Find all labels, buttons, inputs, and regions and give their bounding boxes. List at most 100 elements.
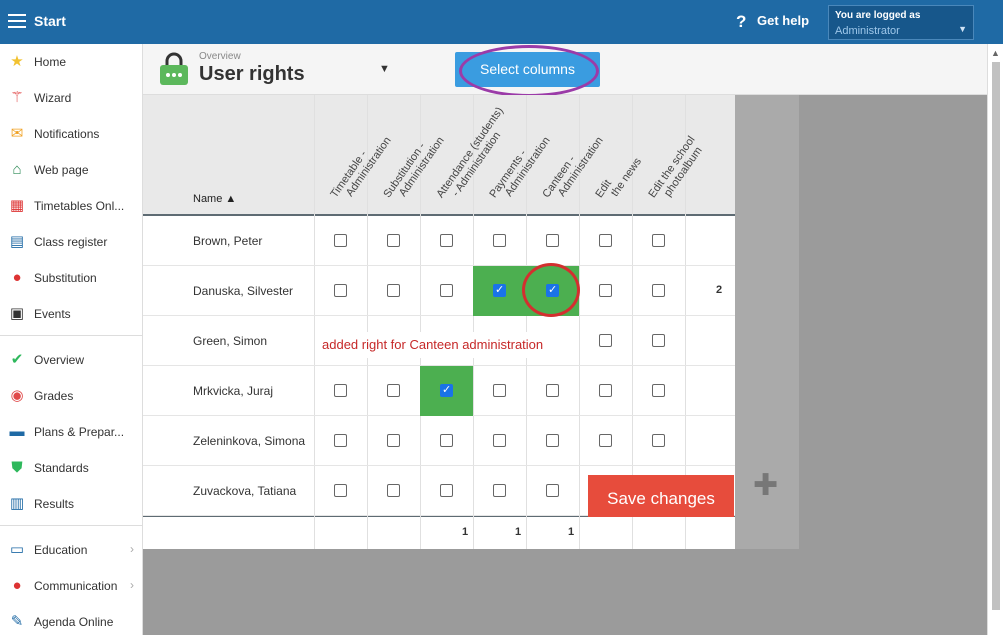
permission-checkbox[interactable] <box>599 384 612 397</box>
permission-checkbox[interactable] <box>493 283 506 297</box>
sidebar-item-timetables[interactable]: ▦ Timetables Onl... <box>0 188 142 224</box>
permission-checkbox[interactable] <box>440 383 453 397</box>
sidebar: ★ Home ⚚ Wizard ✉ Notifications ⌂ Web pa… <box>0 44 143 635</box>
permission-checkbox[interactable] <box>546 434 559 447</box>
column-total: 1 <box>515 526 522 538</box>
permission-checkbox[interactable] <box>440 234 453 247</box>
star-icon: ★ <box>10 53 24 70</box>
permission-checkbox[interactable] <box>599 284 612 297</box>
user-name: Zeleninkova, Simona <box>193 434 306 448</box>
scroll-thumb[interactable] <box>992 62 1000 610</box>
sidebar-item-grades[interactable]: ◉ Grades <box>0 378 142 414</box>
permission-checkbox[interactable] <box>493 384 506 397</box>
top-bar: Start ? Get help You are logged as Admin… <box>0 0 1003 44</box>
bar-chart-icon: ▥ <box>9 495 25 512</box>
sidebar-item-plans[interactable]: ▬ Plans & Prepar... <box>0 414 142 450</box>
sidebar-item-overview[interactable]: ✔ Overview <box>0 342 142 378</box>
sidebar-divider <box>0 525 142 526</box>
help-icon[interactable]: ? <box>736 12 746 32</box>
user-name: Danuska, Silvester <box>193 284 294 298</box>
sidebar-item-label: Results <box>34 497 75 511</box>
user-name: Green, Simon <box>193 334 268 348</box>
sidebar-item-label: Notifications <box>34 127 100 141</box>
scrollbar[interactable]: ▲ <box>987 44 1003 635</box>
permission-checkbox[interactable] <box>440 484 453 497</box>
house-icon: ⌂ <box>12 161 22 178</box>
permission-checkbox[interactable] <box>493 434 506 447</box>
chat-icon: ● <box>12 577 22 594</box>
scroll-up-icon[interactable]: ▲ <box>991 48 1000 58</box>
permission-checkbox[interactable] <box>652 284 665 297</box>
permission-checkbox[interactable] <box>387 484 400 497</box>
permission-checkbox[interactable] <box>334 484 347 497</box>
menu-icon[interactable] <box>8 14 26 28</box>
sidebar-item-home[interactable]: ★ Home <box>0 44 142 80</box>
name-column-header[interactable]: Name ▲ <box>193 193 236 205</box>
sidebar-item-label: Class register <box>34 235 108 249</box>
table-row: Mrkvicka, Juraj <box>143 366 735 416</box>
calendar-icon: ▣ <box>9 305 25 322</box>
start-label[interactable]: Start <box>34 13 66 29</box>
sidebar-item-education[interactable]: ▭ Education › <box>0 532 142 568</box>
sidebar-item-agenda-online[interactable]: ✎ Agenda Online <box>0 604 142 635</box>
sidebar-item-label: Substitution <box>34 271 97 285</box>
permission-checkbox[interactable] <box>440 284 453 297</box>
table-row: Brown, Peter <box>143 216 735 266</box>
calendar-grid-icon: ▦ <box>9 197 25 214</box>
check-circle-icon: ✔ <box>10 351 24 368</box>
sidebar-item-label: Web page <box>34 163 89 177</box>
sidebar-item-label: Overview <box>34 353 85 367</box>
permission-checkbox[interactable] <box>334 384 347 397</box>
permission-checkbox[interactable] <box>652 434 665 447</box>
sidebar-item-label: Standards <box>34 461 89 475</box>
permission-checkbox[interactable] <box>334 434 347 447</box>
book-icon: ▤ <box>9 233 25 250</box>
sidebar-item-label: Wizard <box>34 91 72 105</box>
sidebar-item-results[interactable]: ▥ Results <box>0 486 142 522</box>
permission-checkbox[interactable] <box>493 484 506 497</box>
permission-checkbox[interactable] <box>546 484 559 497</box>
permission-checkbox[interactable] <box>546 234 559 247</box>
permission-checkbox[interactable] <box>599 334 612 347</box>
permission-checkbox[interactable] <box>387 434 400 447</box>
save-changes-button[interactable]: Save changes <box>588 475 734 517</box>
wand-icon: ⚚ <box>10 89 24 106</box>
sidebar-item-web-page[interactable]: ⌂ Web page <box>0 152 142 188</box>
sidebar-item-label: Events <box>34 307 71 321</box>
pen-icon: ✎ <box>10 613 24 630</box>
chevron-down-icon[interactable]: ▼ <box>379 63 390 75</box>
highlight-circle <box>522 263 580 317</box>
lock-icon <box>160 52 188 85</box>
permission-checkbox[interactable] <box>493 234 506 247</box>
sidebar-item-class-register[interactable]: ▤ Class register <box>0 224 142 260</box>
permission-checkbox[interactable] <box>387 384 400 397</box>
grades-icon: ◉ <box>10 387 24 404</box>
briefcase-icon: ▬ <box>9 423 25 440</box>
envelope-icon: ✉ <box>10 125 24 142</box>
permission-checkbox[interactable] <box>440 434 453 447</box>
plus-icon[interactable]: ✚ <box>753 468 778 503</box>
sidebar-item-standards[interactable]: ⛊ Standards <box>0 450 142 486</box>
permission-checkbox[interactable] <box>652 384 665 397</box>
login-user: Administrator <box>835 25 900 37</box>
permission-checkbox[interactable] <box>652 234 665 247</box>
permission-checkbox[interactable] <box>546 384 559 397</box>
sidebar-item-wizard[interactable]: ⚚ Wizard <box>0 80 142 116</box>
permission-checkbox[interactable] <box>387 234 400 247</box>
login-dropdown[interactable]: You are logged as Administrator ▼ <box>828 5 974 40</box>
user-name: Mrkvicka, Juraj <box>193 384 274 398</box>
table-row: Danuska, Silvester 2 <box>143 266 735 316</box>
permission-checkbox[interactable] <box>334 234 347 247</box>
sidebar-item-notifications[interactable]: ✉ Notifications <box>0 116 142 152</box>
permission-checkbox[interactable] <box>599 434 612 447</box>
sidebar-item-events[interactable]: ▣ Events <box>0 296 142 332</box>
permission-checkbox[interactable] <box>652 334 665 347</box>
permission-checkbox[interactable] <box>599 234 612 247</box>
row-count: 2 <box>716 284 723 296</box>
permission-checkbox[interactable] <box>334 284 347 297</box>
sidebar-item-communication[interactable]: ● Communication › <box>0 568 142 604</box>
sidebar-item-substitution[interactable]: ● Substitution <box>0 260 142 296</box>
get-help-link[interactable]: Get help <box>757 13 809 28</box>
permission-checkbox[interactable] <box>387 284 400 297</box>
sidebar-item-label: Communication <box>34 579 118 593</box>
